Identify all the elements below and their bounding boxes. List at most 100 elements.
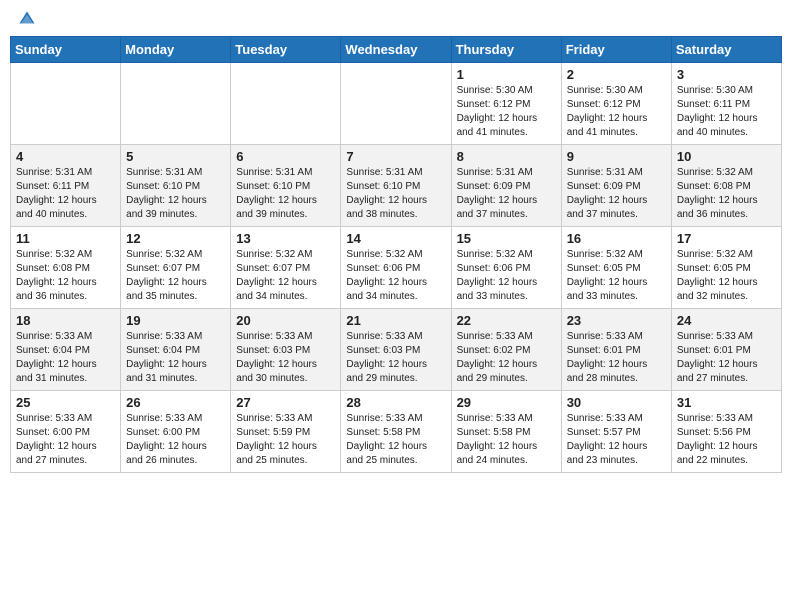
day-of-week-header: Friday [561,37,671,63]
day-info: Sunrise: 5:33 AM Sunset: 6:03 PM Dayligh… [346,330,445,386]
calendar-cell: 23 Sunrise: 5:33 AM Sunset: 6:01 PM Dayli… [561,309,671,391]
day-number: 17 [677,231,776,246]
day-number: 1 [457,67,556,82]
calendar-cell [341,63,451,145]
calendar-week-row: 4 Sunrise: 5:31 AM Sunset: 6:11 PM Daylig… [11,145,782,227]
day-info: Sunrise: 5:33 AM Sunset: 6:01 PM Dayligh… [567,330,666,386]
calendar-cell: 25Sunrise: 5:33 AM Sunset: 6:00 PM Dayli… [11,391,121,473]
day-of-week-header: Tuesday [231,37,341,63]
calendar-week-row: 1 Sunrise: 5:30 AM Sunset: 6:12 PM Daylig… [11,63,782,145]
calendar-cell: 27 Sunrise: 5:33 AM Sunset: 5:59 PM Dayli… [231,391,341,473]
calendar-week-row: 25Sunrise: 5:33 AM Sunset: 6:00 PM Dayli… [11,391,782,473]
day-info: Sunrise: 5:33 AM Sunset: 6:02 PM Dayligh… [457,330,556,386]
day-number: 3 [677,67,776,82]
day-number: 11 [16,231,115,246]
calendar-cell: 26 Sunrise: 5:33 AM Sunset: 6:00 PM Dayli… [121,391,231,473]
calendar-cell: 15Sunrise: 5:32 AM Sunset: 6:06 PM Dayli… [451,227,561,309]
day-number: 24 [677,313,776,328]
day-info: Sunrise: 5:30 AM Sunset: 6:12 PM Dayligh… [457,84,556,140]
day-info: Sunrise: 5:32 AM Sunset: 6:07 PM Dayligh… [126,248,225,304]
day-info: Sunrise: 5:33 AM Sunset: 6:04 PM Dayligh… [126,330,225,386]
day-info: Sunrise: 5:31 AM Sunset: 6:10 PM Dayligh… [236,166,335,222]
day-info: Sunrise: 5:32 AM Sunset: 6:05 PM Dayligh… [677,248,776,304]
day-number: 30 [567,395,666,410]
day-info: Sunrise: 5:31 AM Sunset: 6:11 PM Dayligh… [16,166,115,222]
page-header [10,10,782,28]
day-number: 10 [677,149,776,164]
calendar-cell: 2 Sunrise: 5:30 AM Sunset: 6:12 PM Daylig… [561,63,671,145]
day-info: Sunrise: 5:33 AM Sunset: 6:04 PM Dayligh… [16,330,115,386]
day-info: Sunrise: 5:33 AM Sunset: 5:59 PM Dayligh… [236,412,335,468]
day-info: Sunrise: 5:32 AM Sunset: 6:08 PM Dayligh… [16,248,115,304]
day-of-week-header: Thursday [451,37,561,63]
calendar-cell: 18 Sunrise: 5:33 AM Sunset: 6:04 PM Dayli… [11,309,121,391]
calendar-week-row: 11 Sunrise: 5:32 AM Sunset: 6:08 PM Dayli… [11,227,782,309]
day-number: 22 [457,313,556,328]
calendar-cell [121,63,231,145]
day-number: 7 [346,149,445,164]
day-number: 23 [567,313,666,328]
day-number: 19 [126,313,225,328]
calendar-cell: 31 Sunrise: 5:33 AM Sunset: 5:56 PM Dayli… [671,391,781,473]
day-info: Sunrise: 5:33 AM Sunset: 5:56 PM Dayligh… [677,412,776,468]
day-number: 6 [236,149,335,164]
calendar-cell: 20Sunrise: 5:33 AM Sunset: 6:03 PM Dayli… [231,309,341,391]
calendar-cell: 3 Sunrise: 5:30 AM Sunset: 6:11 PM Daylig… [671,63,781,145]
day-of-week-header: Saturday [671,37,781,63]
day-info: Sunrise: 5:31 AM Sunset: 6:09 PM Dayligh… [457,166,556,222]
calendar-cell: 1 Sunrise: 5:30 AM Sunset: 6:12 PM Daylig… [451,63,561,145]
day-info: Sunrise: 5:33 AM Sunset: 6:00 PM Dayligh… [126,412,225,468]
day-of-week-header: Wednesday [341,37,451,63]
calendar-cell: 14 Sunrise: 5:32 AM Sunset: 6:06 PM Dayli… [341,227,451,309]
calendar-cell: 9Sunrise: 5:31 AM Sunset: 6:09 PM Daylig… [561,145,671,227]
calendar-cell: 16Sunrise: 5:32 AM Sunset: 6:05 PM Dayli… [561,227,671,309]
calendar-table: SundayMondayTuesdayWednesdayThursdayFrid… [10,36,782,473]
calendar-cell: 24 Sunrise: 5:33 AM Sunset: 6:01 PM Dayli… [671,309,781,391]
calendar-cell: 19 Sunrise: 5:33 AM Sunset: 6:04 PM Dayli… [121,309,231,391]
day-info: Sunrise: 5:32 AM Sunset: 6:06 PM Dayligh… [457,248,556,304]
calendar-cell: 22 Sunrise: 5:33 AM Sunset: 6:02 PM Dayli… [451,309,561,391]
day-number: 29 [457,395,556,410]
day-number: 26 [126,395,225,410]
day-number: 27 [236,395,335,410]
day-number: 12 [126,231,225,246]
day-info: Sunrise: 5:32 AM Sunset: 6:07 PM Dayligh… [236,248,335,304]
calendar-cell: 12 Sunrise: 5:32 AM Sunset: 6:07 PM Dayli… [121,227,231,309]
day-number: 2 [567,67,666,82]
day-info: Sunrise: 5:33 AM Sunset: 5:58 PM Dayligh… [346,412,445,468]
calendar-cell: 10Sunrise: 5:32 AM Sunset: 6:08 PM Dayli… [671,145,781,227]
day-number: 9 [567,149,666,164]
calendar-cell: 7Sunrise: 5:31 AM Sunset: 6:10 PM Daylig… [341,145,451,227]
day-number: 4 [16,149,115,164]
logo [14,10,36,28]
calendar-cell: 21 Sunrise: 5:33 AM Sunset: 6:03 PM Dayli… [341,309,451,391]
day-number: 18 [16,313,115,328]
calendar-cell: 13Sunrise: 5:32 AM Sunset: 6:07 PM Dayli… [231,227,341,309]
calendar-week-row: 18 Sunrise: 5:33 AM Sunset: 6:04 PM Dayli… [11,309,782,391]
day-info: Sunrise: 5:33 AM Sunset: 5:57 PM Dayligh… [567,412,666,468]
day-number: 21 [346,313,445,328]
day-info: Sunrise: 5:32 AM Sunset: 6:06 PM Dayligh… [346,248,445,304]
day-number: 31 [677,395,776,410]
calendar-cell [231,63,341,145]
calendar-cell: 11 Sunrise: 5:32 AM Sunset: 6:08 PM Dayli… [11,227,121,309]
day-info: Sunrise: 5:30 AM Sunset: 6:12 PM Dayligh… [567,84,666,140]
day-info: Sunrise: 5:33 AM Sunset: 6:01 PM Dayligh… [677,330,776,386]
calendar-header-row: SundayMondayTuesdayWednesdayThursdayFrid… [11,37,782,63]
day-number: 28 [346,395,445,410]
logo-icon [18,10,36,28]
calendar-cell [11,63,121,145]
day-of-week-header: Sunday [11,37,121,63]
calendar-cell: 4 Sunrise: 5:31 AM Sunset: 6:11 PM Daylig… [11,145,121,227]
calendar-cell: 5Sunrise: 5:31 AM Sunset: 6:10 PM Daylig… [121,145,231,227]
day-number: 5 [126,149,225,164]
day-info: Sunrise: 5:33 AM Sunset: 5:58 PM Dayligh… [457,412,556,468]
day-number: 8 [457,149,556,164]
calendar-cell: 30 Sunrise: 5:33 AM Sunset: 5:57 PM Dayli… [561,391,671,473]
calendar-cell: 29 Sunrise: 5:33 AM Sunset: 5:58 PM Dayli… [451,391,561,473]
calendar-cell: 8 Sunrise: 5:31 AM Sunset: 6:09 PM Daylig… [451,145,561,227]
calendar-cell: 17 Sunrise: 5:32 AM Sunset: 6:05 PM Dayli… [671,227,781,309]
day-info: Sunrise: 5:30 AM Sunset: 6:11 PM Dayligh… [677,84,776,140]
day-number: 14 [346,231,445,246]
day-info: Sunrise: 5:33 AM Sunset: 6:03 PM Dayligh… [236,330,335,386]
